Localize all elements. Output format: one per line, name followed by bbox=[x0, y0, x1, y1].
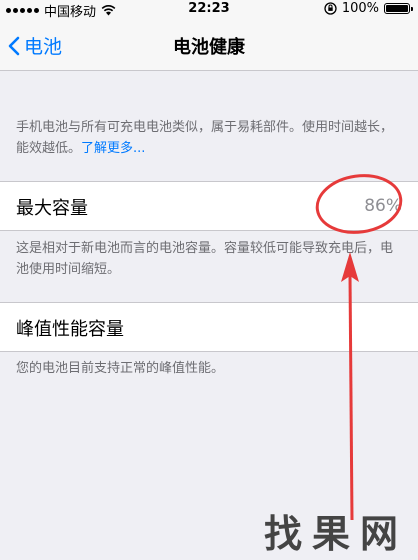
battery-percent: 100% bbox=[341, 1, 379, 16]
learn-more-link[interactable]: 了解更多... bbox=[81, 141, 145, 156]
max-capacity-row: 最大容量 86% bbox=[0, 181, 418, 231]
peak-performance-label: 峰值性能容量 bbox=[16, 319, 124, 340]
annotation-overlay bbox=[315, 174, 403, 521]
max-capacity-value: 86% bbox=[364, 196, 402, 216]
orientation-lock-icon bbox=[324, 2, 337, 15]
peak-performance-description: 您的电池目前支持正常的峰值性能。 bbox=[16, 361, 225, 376]
page-title: 电池健康 bbox=[173, 37, 245, 58]
intro-text: 手机电池与所有可充电电池类似，属于易耗部件。使用时间越长，能效越低。 bbox=[16, 120, 394, 156]
watermark: 找果网 bbox=[263, 511, 408, 556]
navigation-bar: 电池 电池健康 bbox=[0, 20, 418, 71]
status-right: 100% bbox=[324, 1, 413, 16]
peak-performance-row: 峰值性能容量 bbox=[0, 302, 418, 352]
max-capacity-description: 这是相对于新电池而言的电池容量。容量较低可能导致充电后，电池使用时间缩短。 bbox=[16, 241, 394, 277]
max-capacity-label: 最大容量 bbox=[16, 198, 88, 219]
intro-description: 手机电池与所有可充电电池类似，属于易耗部件。使用时间越长，能效越低。了解更多..… bbox=[16, 117, 402, 159]
status-bar: 中国移动 22:23 100% bbox=[0, 0, 418, 20]
battery-icon bbox=[384, 3, 413, 14]
